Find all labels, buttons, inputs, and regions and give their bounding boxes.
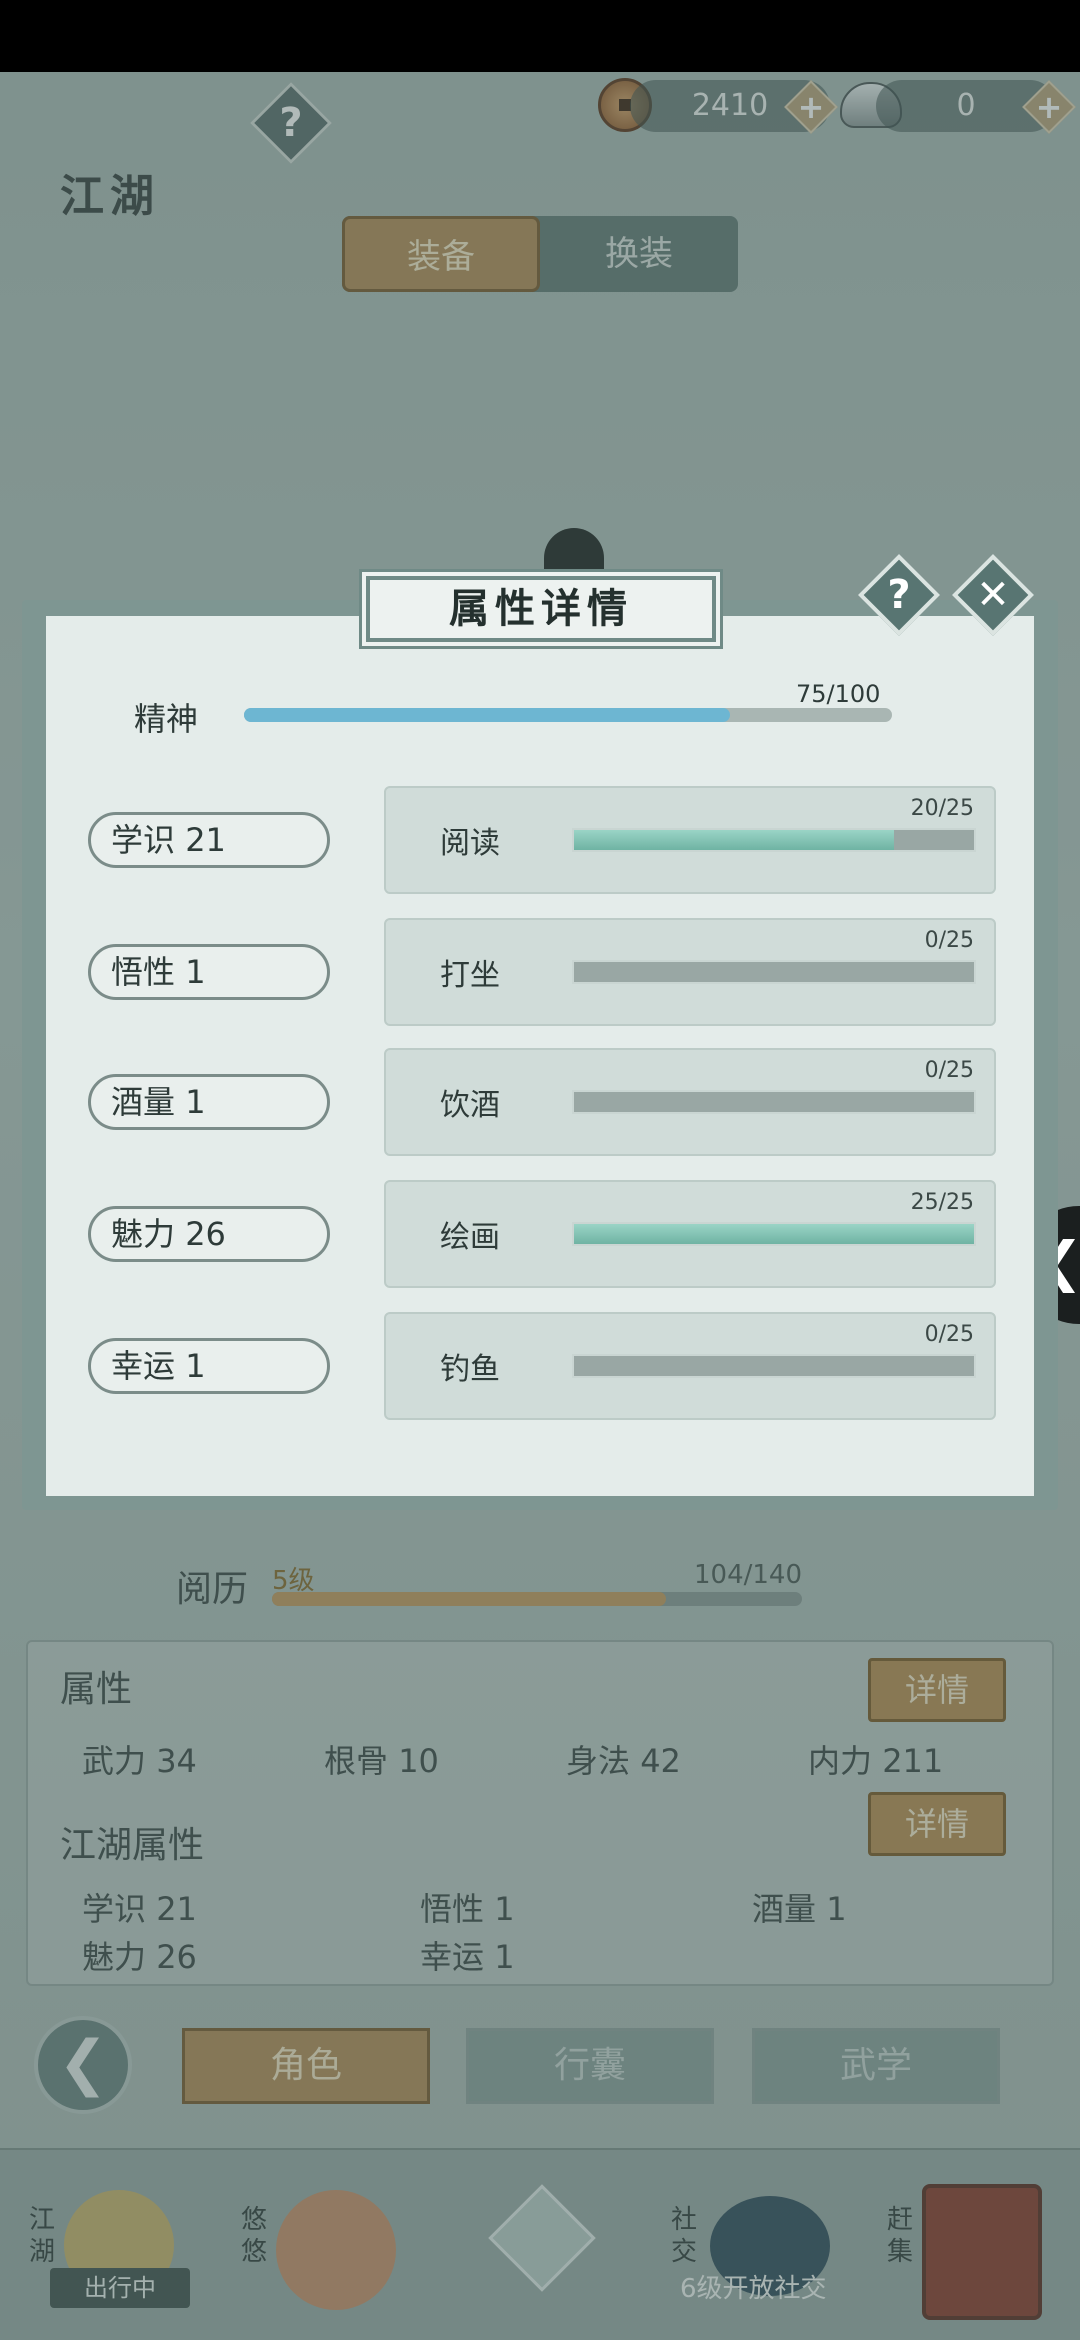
skill-drinking-row: 饮酒 0/25 xyxy=(384,1048,996,1156)
spirit-bar-fill xyxy=(244,708,730,722)
dialog-title-plate: 属性详情 xyxy=(366,576,716,642)
stat-insight: 悟性 1 xyxy=(88,944,330,1000)
skill-progress-bar xyxy=(572,1222,976,1246)
skill-progress-value: 0/25 xyxy=(924,1322,974,1347)
dialog-title: 属性详情 xyxy=(449,585,633,632)
stat-charm: 魅力 26 xyxy=(88,1206,330,1262)
spirit-bar xyxy=(244,708,892,722)
stat-luck: 幸运 1 xyxy=(88,1338,330,1394)
spirit-value: 75/100 xyxy=(796,680,881,708)
skill-progress-fill xyxy=(574,830,894,850)
skill-progress-fill xyxy=(574,1224,974,1244)
skill-progress-bar xyxy=(572,828,976,852)
skill-progress-value: 20/25 xyxy=(910,796,974,821)
skill-painting-row: 绘画 25/25 xyxy=(384,1180,996,1288)
skill-reading-row: 阅读 20/25 xyxy=(384,786,996,894)
stat-knowledge: 学识 21 xyxy=(88,812,330,868)
skill-name: 阅读 xyxy=(440,826,500,861)
skill-progress-bar xyxy=(572,1354,976,1378)
skill-progress-value: 0/25 xyxy=(924,1058,974,1083)
skill-fishing-row: 钓鱼 0/25 xyxy=(384,1312,996,1420)
skill-name: 饮酒 xyxy=(440,1088,500,1123)
skill-progress-bar xyxy=(572,1090,976,1114)
question-icon: ? xyxy=(887,572,911,618)
close-icon: ✕ xyxy=(976,572,1010,618)
status-bar xyxy=(0,0,1080,72)
stat-drinking: 酒量 1 xyxy=(88,1074,330,1130)
skill-name: 钓鱼 xyxy=(440,1352,500,1387)
skill-name: 绘画 xyxy=(440,1220,500,1255)
skill-name: 打坐 xyxy=(440,958,500,993)
spirit-label: 精神 xyxy=(134,700,199,738)
skill-progress-bar xyxy=(572,960,976,984)
skill-progress-value: 25/25 xyxy=(910,1190,974,1215)
skill-meditation-row: 打坐 0/25 xyxy=(384,918,996,1026)
skill-progress-value: 0/25 xyxy=(924,928,974,953)
